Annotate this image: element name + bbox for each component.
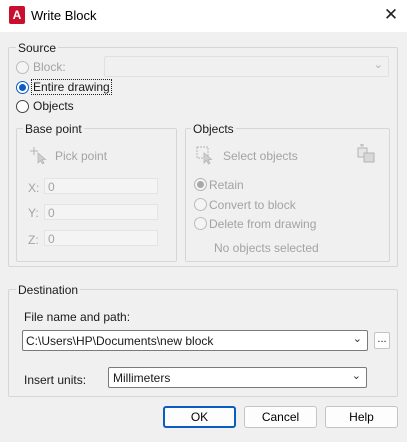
window-title: Write Block bbox=[31, 8, 97, 23]
pick-point-label: Pick point bbox=[55, 149, 108, 163]
file-path-combo[interactable]: C:\Users\HP\Documents\new block ⌄ bbox=[22, 330, 368, 351]
objects-legend: Objects bbox=[191, 122, 236, 136]
objects-radio[interactable] bbox=[16, 100, 29, 113]
block-label: Block: bbox=[33, 60, 66, 74]
retain-radio[interactable] bbox=[194, 178, 207, 191]
y-label: Y: bbox=[28, 206, 39, 220]
select-objects-label: Select objects bbox=[223, 149, 298, 163]
entire-drawing-label: Entire drawing bbox=[31, 79, 112, 95]
base-point-z-value: 0 bbox=[48, 232, 55, 246]
base-point-z-field[interactable] bbox=[44, 230, 158, 246]
autocad-app-icon: A bbox=[9, 6, 25, 24]
help-button[interactable]: Help bbox=[325, 406, 398, 428]
delete-from-drawing-radio[interactable] bbox=[194, 217, 207, 230]
z-label: Z: bbox=[28, 233, 39, 247]
entire-drawing-radio[interactable] bbox=[16, 81, 29, 94]
delete-from-drawing-label: Delete from drawing bbox=[209, 217, 317, 231]
selection-status: No objects selected bbox=[214, 241, 319, 255]
browse-button[interactable]: ... bbox=[374, 332, 390, 349]
convert-to-block-radio[interactable] bbox=[194, 198, 207, 211]
source-legend: Source bbox=[16, 41, 59, 55]
block-radio[interactable] bbox=[16, 61, 29, 74]
pick-point-icon[interactable] bbox=[30, 146, 48, 165]
insert-units-value: Millimeters bbox=[113, 371, 171, 385]
cancel-button[interactable]: Cancel bbox=[244, 406, 317, 428]
destination-legend: Destination bbox=[16, 283, 81, 297]
base-point-x-field[interactable] bbox=[44, 178, 158, 194]
close-icon[interactable]: ✕ bbox=[380, 4, 402, 26]
file-path-value: C:\Users\HP\Documents\new block bbox=[26, 334, 214, 348]
ok-button[interactable]: OK bbox=[163, 406, 236, 428]
retain-label: Retain bbox=[209, 178, 244, 192]
x-label: X: bbox=[28, 181, 40, 195]
objects-radio-label: Objects bbox=[33, 99, 74, 113]
base-point-x-value: 0 bbox=[48, 180, 55, 194]
base-point-y-field[interactable] bbox=[44, 204, 158, 220]
insert-units-label: Insert units: bbox=[24, 373, 87, 387]
base-point-legend: Base point bbox=[23, 122, 84, 136]
convert-to-block-label: Convert to block bbox=[209, 198, 296, 212]
base-point-y-value: 0 bbox=[48, 206, 55, 220]
chevron-down-icon: ⌄ bbox=[373, 59, 383, 71]
chevron-down-icon: ⌄ bbox=[352, 333, 362, 345]
insert-units-combo[interactable]: Millimeters ⌄ bbox=[108, 367, 367, 388]
chevron-down-icon: ⌄ bbox=[351, 370, 361, 382]
file-name-label: File name and path: bbox=[24, 310, 131, 324]
block-name-combo[interactable]: ⌄ bbox=[104, 56, 389, 77]
quick-select-icon[interactable] bbox=[356, 143, 378, 166]
select-objects-icon[interactable] bbox=[195, 145, 215, 165]
